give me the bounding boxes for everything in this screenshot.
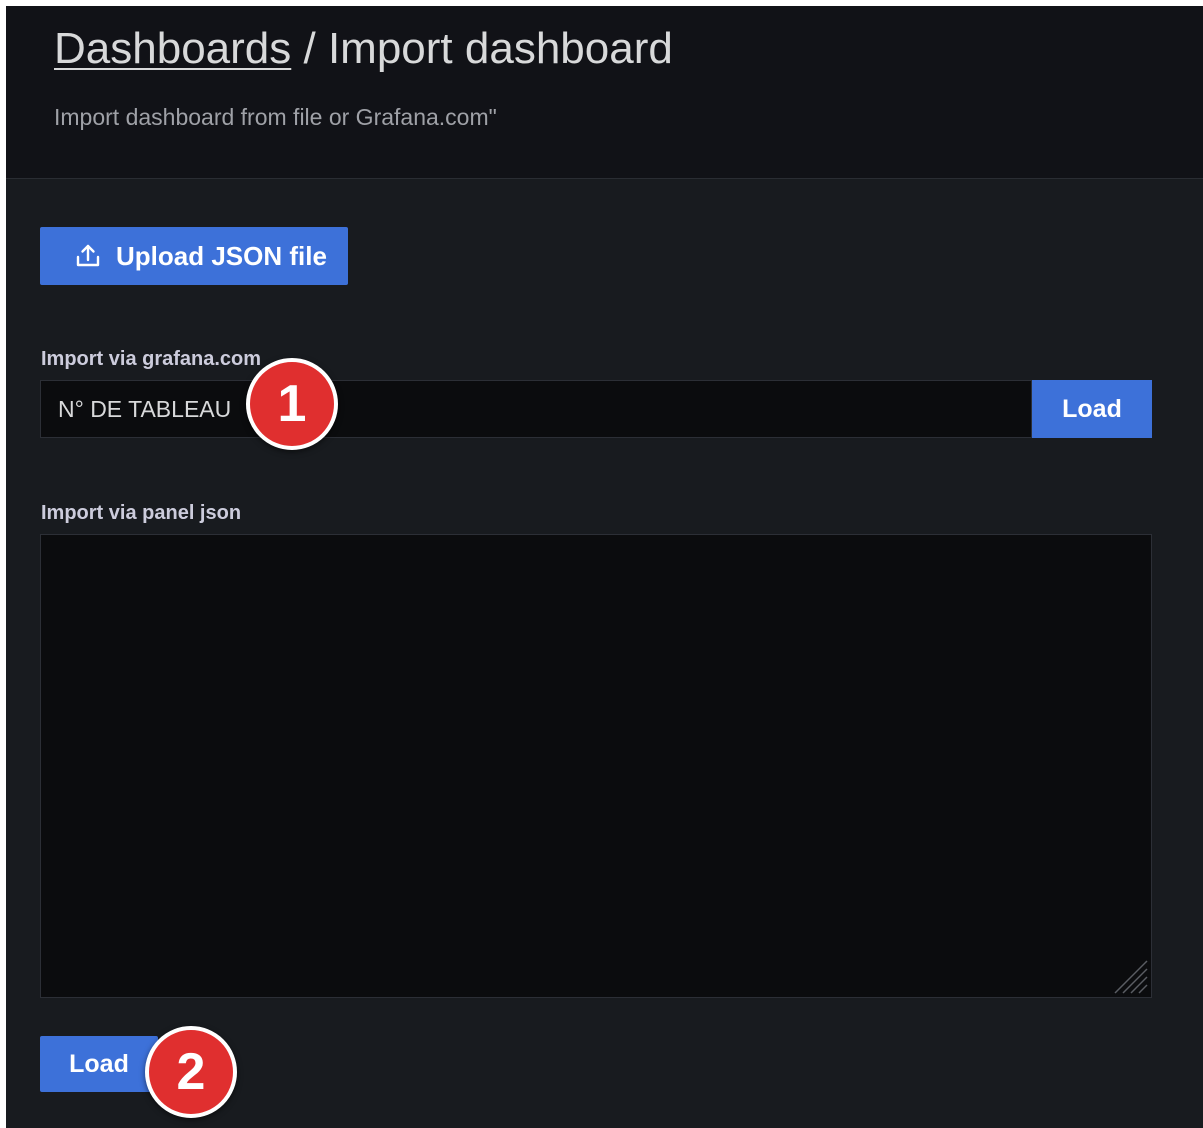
grafana-import-label: Import via grafana.com	[41, 348, 262, 370]
upload-json-button[interactable]: Upload JSON file	[40, 227, 348, 285]
load-button[interactable]: Load	[40, 1036, 158, 1092]
page-header: Dashboards / Import dashboard Import das…	[6, 6, 1203, 179]
panel-json-textarea[interactable]	[40, 534, 1152, 998]
panel-json-label: Import via panel json	[41, 502, 242, 524]
upload-json-label: Upload JSON file	[116, 240, 327, 271]
upload-icon	[74, 242, 102, 270]
grafana-dashboard-id-input[interactable]: N° DE TABLEAU	[40, 380, 1032, 438]
annotation-badge-1: 1	[246, 358, 338, 450]
page-title: Dashboards / Import dashboard	[54, 24, 673, 74]
import-dashboard-page: Dashboards / Import dashboard Import das…	[6, 6, 1203, 1128]
resize-handle-icon[interactable]	[1109, 955, 1149, 995]
grafana-load-button[interactable]: Load	[1032, 380, 1152, 438]
annotation-badge-2: 2	[145, 1026, 237, 1118]
grafana-import-row: N° DE TABLEAU Load	[40, 380, 1152, 438]
breadcrumb-dashboards-link[interactable]: Dashboards	[54, 24, 291, 73]
page-subtitle: Import dashboard from file or Grafana.co…	[54, 104, 497, 130]
page-title-text: Import dashboard	[327, 24, 673, 73]
breadcrumb-separator: /	[291, 24, 328, 73]
